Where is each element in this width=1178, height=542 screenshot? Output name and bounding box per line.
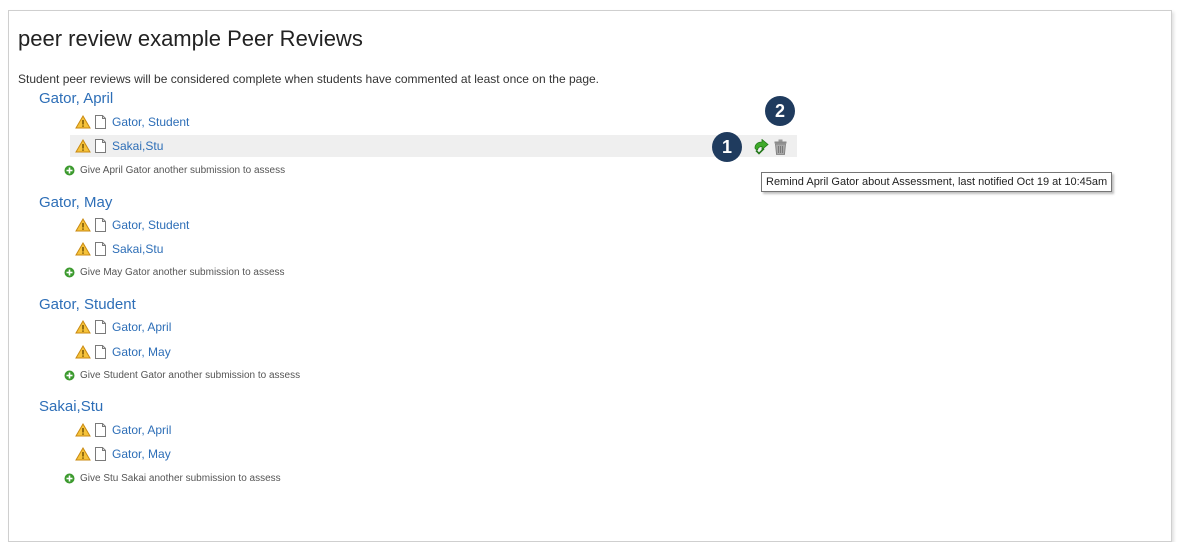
remind-tooltip: Remind April Gator about Assessment, las… bbox=[761, 172, 1113, 192]
give-another-submission: Give Stu Sakai another submission to ass… bbox=[64, 473, 281, 484]
plus-circle-icon bbox=[64, 473, 75, 484]
submission-link[interactable]: Gator, May bbox=[112, 345, 171, 359]
submission-row: Gator, April bbox=[70, 316, 171, 338]
document-icon bbox=[95, 345, 106, 359]
submission-link[interactable]: Sakai,Stu bbox=[112, 242, 163, 256]
submission-row: Gator, Student bbox=[70, 214, 189, 236]
warning-icon bbox=[75, 345, 91, 359]
callout-marker-1: 1 bbox=[712, 132, 742, 162]
document-icon bbox=[95, 242, 106, 256]
warning-icon bbox=[75, 447, 91, 461]
warning-icon bbox=[75, 320, 91, 334]
reviewer-name-link[interactable]: Gator, April bbox=[39, 90, 113, 107]
warning-icon bbox=[75, 242, 91, 256]
submission-row: Sakai,Stu bbox=[70, 238, 163, 260]
instructions-text: Student peer reviews will be considered … bbox=[18, 72, 600, 86]
give-another-link[interactable]: Give Stu Sakai another submission to ass… bbox=[80, 473, 281, 484]
reviewer-name-link[interactable]: Gator, May bbox=[39, 194, 112, 211]
give-another-submission: Give May Gator another submission to ass… bbox=[64, 267, 285, 278]
submission-link[interactable]: Gator, Student bbox=[112, 115, 189, 129]
callout-marker-2: 2 bbox=[765, 96, 795, 126]
document-icon bbox=[95, 423, 106, 437]
plus-circle-icon bbox=[64, 370, 75, 381]
document-icon bbox=[95, 139, 106, 153]
warning-icon bbox=[75, 139, 91, 153]
submission-row: Gator, Student bbox=[70, 111, 189, 133]
give-another-link[interactable]: Give Student Gator another submission to… bbox=[80, 370, 300, 381]
document-icon bbox=[95, 447, 106, 461]
submission-link[interactable]: Sakai,Stu bbox=[112, 139, 163, 153]
reviewer-name-link[interactable]: Gator, Student bbox=[39, 296, 136, 313]
submission-row: Gator, May bbox=[70, 443, 171, 465]
document-icon bbox=[95, 115, 106, 129]
reviewer-name-link[interactable]: Sakai,Stu bbox=[39, 398, 103, 415]
warning-icon bbox=[75, 423, 91, 437]
document-icon bbox=[95, 218, 106, 232]
submission-row: Gator, April bbox=[70, 419, 171, 441]
submission-row: Gator, May bbox=[70, 341, 171, 363]
submission-link[interactable]: Gator, April bbox=[112, 423, 171, 437]
give-another-submission: Give Student Gator another submission to… bbox=[64, 370, 300, 381]
page-title: peer review example Peer Reviews bbox=[18, 26, 363, 51]
warning-icon bbox=[75, 218, 91, 232]
plus-circle-icon bbox=[64, 165, 75, 176]
give-another-link[interactable]: Give April Gator another submission to a… bbox=[80, 165, 285, 176]
warning-icon bbox=[75, 115, 91, 129]
give-another-link[interactable]: Give May Gator another submission to ass… bbox=[80, 267, 285, 278]
submission-row-highlighted: Sakai,Stu bbox=[70, 135, 797, 157]
submission-link[interactable]: Gator, Student bbox=[112, 218, 189, 232]
give-another-submission: Give April Gator another submission to a… bbox=[64, 165, 285, 176]
trash-icon[interactable] bbox=[774, 139, 787, 155]
remind-arrow-icon[interactable] bbox=[753, 139, 769, 155]
submission-link[interactable]: Gator, April bbox=[112, 320, 171, 334]
plus-circle-icon bbox=[64, 267, 75, 278]
submission-link[interactable]: Gator, May bbox=[112, 447, 171, 461]
document-icon bbox=[95, 320, 106, 334]
